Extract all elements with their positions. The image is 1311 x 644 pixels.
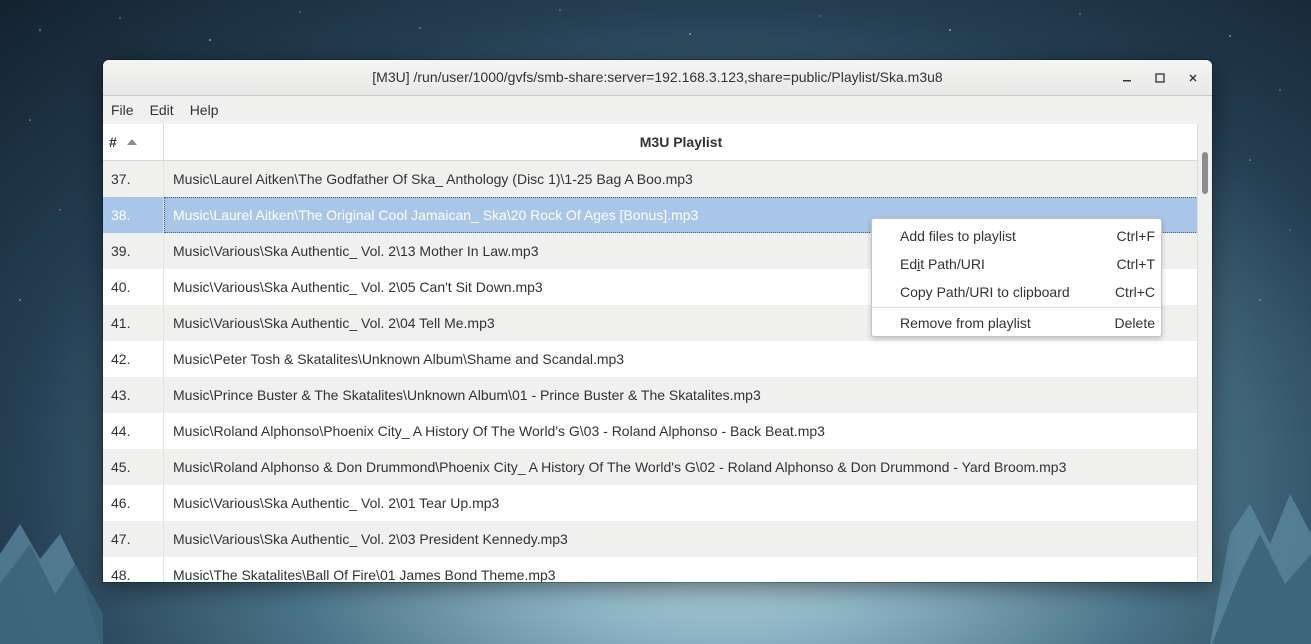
menu-item-shortcut: Ctrl+F [1116,228,1156,244]
table-row[interactable]: 42. Music\Peter Tosh & Skatalites\Unknow… [103,341,1198,377]
row-number: 41. [103,305,164,341]
menu-edit[interactable]: Edit [142,96,182,124]
row-path: Music\The Skatalites\Ball Of Fire\01 Jam… [173,567,556,582]
table-row[interactable]: 44. Music\Roland Alphonso\Phoenix City_ … [103,413,1198,449]
title-bar[interactable]: [M3U] /run/user/1000/gvfs/smb-share:serv… [103,60,1212,96]
table-row[interactable]: 43. Music\Prince Buster & The Skatalites… [103,377,1198,413]
row-number: 47. [103,521,164,557]
close-icon [1189,74,1197,81]
row-number: 45. [103,449,164,485]
menu-item-shortcut: Ctrl+T [1116,256,1156,272]
column-header-playlist[interactable]: M3U Playlist [164,124,1198,160]
menu-item-add-files[interactable]: Add files to playlist Ctrl+F [872,222,1161,250]
close-button[interactable] [1176,60,1210,95]
table-row[interactable]: 48. Music\The Skatalites\Ball Of Fire\01… [103,557,1198,582]
menu-item-shortcut: Delete [1114,315,1155,331]
window-title: [M3U] /run/user/1000/gvfs/smb-share:serv… [372,69,943,85]
menu-item-label: Edit Path/URI [900,256,1117,272]
row-number: 39. [103,233,164,269]
table-row[interactable]: 45. Music\Roland Alphonso & Don Drummond… [103,449,1198,485]
row-path: Music\Prince Buster & The Skatalites\Unk… [173,387,761,403]
menu-help[interactable]: Help [182,96,227,124]
column-header-number-label: # [109,134,117,150]
menu-item-copy-path[interactable]: Copy Path/URI to clipboard Ctrl+C [872,278,1161,306]
maximize-button[interactable] [1143,60,1177,95]
table-row[interactable]: 46. Music\Various\Ska Authentic_ Vol. 2\… [103,485,1198,521]
menu-item-label: Remove from playlist [900,315,1031,331]
sort-ascending-icon [126,139,137,145]
playlist-table: # M3U Playlist 37. Music\Laurel Aitken\T… [103,124,1198,582]
row-path: Music\Peter Tosh & Skatalites\Unknown Al… [173,351,625,367]
menu-item-label: Copy Path/URI to clipboard [900,284,1070,300]
row-path: Music\Roland Alphonso\Phoenix City_ A Hi… [173,423,825,439]
row-number: 43. [103,377,164,413]
row-number: 37. [103,161,164,197]
menu-item-label-part: t Path/URI [920,256,985,272]
table-header: # M3U Playlist [103,124,1198,161]
menu-item-edit-path[interactable]: Edit Path/URI Ctrl+T [872,250,1161,278]
menu-separator [872,307,1161,308]
table-row[interactable]: 37. Music\Laurel Aitken\The Godfather Of… [103,161,1198,197]
row-path: Music\Various\Ska Authentic_ Vol. 2\01 T… [173,495,500,511]
vertical-scrollbar[interactable] [1197,124,1212,582]
row-number: 42. [103,341,164,377]
table-row[interactable]: 47. Music\Various\Ska Authentic_ Vol. 2\… [103,521,1198,557]
maximize-icon [1155,72,1165,83]
scrollbar-thumb[interactable] [1202,152,1208,194]
row-path: Music\Various\Ska Authentic_ Vol. 2\03 P… [173,531,568,547]
row-number: 46. [103,485,164,521]
minimize-icon [1123,79,1131,81]
menu-file[interactable]: File [103,96,142,124]
row-number: 38. [103,197,164,233]
menu-item-label-part: Ed [900,256,918,272]
row-path: Music\Laurel Aitken\The Godfather Of Ska… [173,171,693,187]
menu-item-label: Add files to playlist [900,228,1016,244]
menu-item-remove[interactable]: Remove from playlist Delete [872,309,1161,337]
menu-bar: File Edit Help [103,96,1212,125]
row-number: 44. [103,413,164,449]
menu-item-shortcut: Ctrl+C [1114,284,1155,300]
column-header-number[interactable]: # [103,124,164,160]
minimize-button[interactable] [1110,60,1144,95]
row-path: Music\Roland Alphonso & Don Drummond\Pho… [173,459,1067,475]
row-number: 48. [103,557,164,582]
row-number: 40. [103,269,164,305]
context-menu: Add files to playlist Ctrl+F Edit Path/U… [871,218,1162,337]
